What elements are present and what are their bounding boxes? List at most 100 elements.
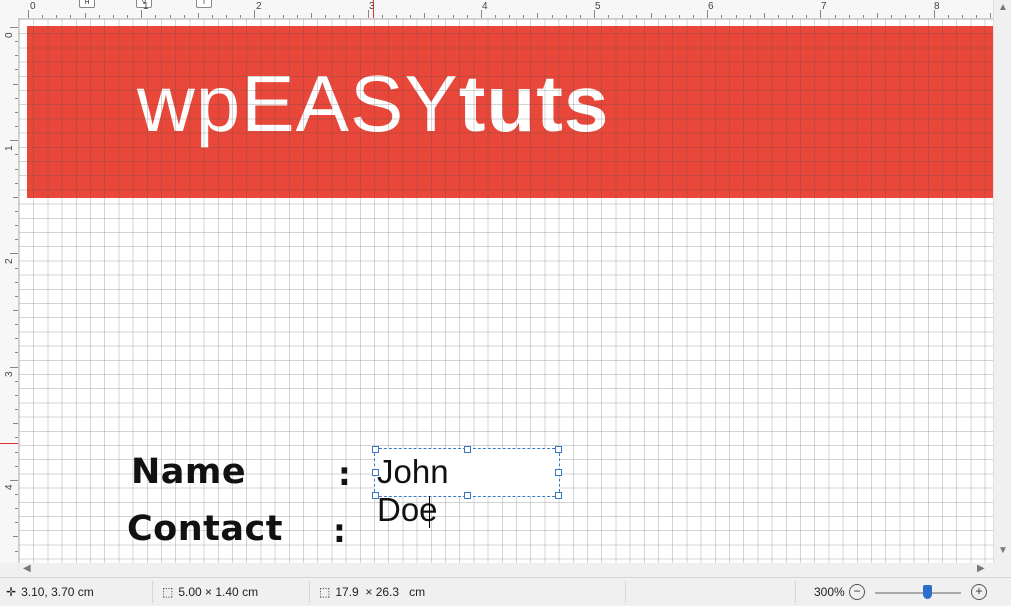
ruler-number: 4 bbox=[4, 484, 15, 490]
ruler-number: 2 bbox=[256, 1, 262, 12]
status-bar: ✛ 3.10, 3.70 cm ⬚ 5.00 × 1.40 cm ⬚ 17.9 … bbox=[0, 577, 1011, 606]
resize-handle-b[interactable] bbox=[464, 492, 471, 499]
zoom-out-icon[interactable]: − bbox=[849, 584, 865, 600]
ruler-tick bbox=[15, 522, 18, 524]
scroll-up-icon[interactable]: ▲ bbox=[998, 2, 1008, 13]
name-label[interactable]: Name bbox=[131, 452, 246, 492]
name-value-textbox[interactable]: John Doe bbox=[372, 446, 562, 529]
ruler-tick bbox=[98, 15, 100, 18]
ruler-tick bbox=[15, 168, 18, 170]
ruler-tick bbox=[367, 10, 369, 18]
object-size-icon: ⬚ bbox=[162, 585, 174, 599]
ruler-tick bbox=[15, 267, 18, 269]
ruler-tick bbox=[15, 437, 18, 439]
ruler-tick bbox=[15, 281, 18, 283]
resize-handle-t[interactable] bbox=[464, 446, 471, 453]
ruler-tick bbox=[10, 253, 18, 255]
contact-label[interactable]: Contact bbox=[127, 509, 283, 549]
page-size: ⬚ 17.9 × 26.3 cm bbox=[319, 585, 425, 599]
ruler-tick bbox=[13, 196, 18, 198]
ruler-tick bbox=[565, 15, 567, 18]
scroll-right-icon[interactable]: ▶ bbox=[977, 563, 985, 574]
ruler-tick bbox=[311, 13, 312, 18]
ruler-tick bbox=[15, 182, 18, 184]
ruler-number: 5 bbox=[595, 1, 601, 12]
horizontal-scrollbar[interactable]: ◀ ▶ bbox=[19, 563, 993, 577]
zoom-slider-thumb[interactable] bbox=[923, 585, 932, 599]
horizontal-ruler[interactable]: H V T 0 1 2 3 4 5 6 7 8 bbox=[0, 0, 1011, 19]
ruler-tick bbox=[792, 15, 794, 18]
ruler-tick bbox=[240, 15, 242, 18]
ruler-tick bbox=[15, 508, 18, 510]
ruler-tick bbox=[15, 111, 18, 113]
ruler-tick bbox=[693, 15, 695, 18]
ruler-tick bbox=[976, 15, 978, 18]
object-size: ⬚ 5.00 × 1.40 cm bbox=[162, 585, 258, 599]
ruler-tick bbox=[10, 140, 18, 142]
zoom-slider-track[interactable] bbox=[875, 592, 961, 594]
ruler-tick bbox=[438, 15, 440, 18]
zoom-level: 300% bbox=[814, 585, 845, 599]
ruler-tick bbox=[15, 409, 18, 411]
resize-handle-tl[interactable] bbox=[372, 446, 379, 453]
ruler-tick bbox=[678, 15, 680, 18]
ruler-marker-h[interactable]: H bbox=[79, 0, 95, 8]
ruler-tick bbox=[466, 15, 468, 18]
ruler-cursor-indicator bbox=[0, 443, 18, 444]
name-value-text[interactable]: John Doe bbox=[377, 453, 510, 529]
ruler-tick bbox=[905, 15, 907, 18]
ruler-tick bbox=[594, 10, 595, 18]
ruler-tick bbox=[410, 15, 412, 18]
ruler-number: 6 bbox=[708, 1, 714, 12]
scroll-down-icon[interactable]: ▼ bbox=[998, 545, 1008, 556]
contact-colon[interactable]: : bbox=[333, 512, 346, 550]
header-banner[interactable]: wpEASYtuts bbox=[27, 26, 993, 198]
vertical-scrollbar[interactable]: ▲ ▼ bbox=[993, 0, 1011, 563]
resize-handle-br[interactable] bbox=[555, 492, 562, 499]
ruler-tick bbox=[296, 15, 298, 18]
name-colon[interactable]: : bbox=[338, 455, 351, 493]
ruler-tick bbox=[15, 126, 18, 128]
ruler-tick bbox=[579, 15, 581, 18]
ruler-number: 8 bbox=[934, 1, 940, 12]
ruler-tick bbox=[10, 479, 18, 481]
ruler-tick bbox=[15, 352, 18, 354]
resize-handle-r[interactable] bbox=[555, 469, 562, 476]
vertical-ruler[interactable]: 0 1 2 3 4 bbox=[0, 18, 19, 563]
ruler-tick bbox=[424, 13, 426, 18]
ruler-tick bbox=[947, 15, 949, 18]
ruler-tick bbox=[15, 295, 18, 297]
ruler-tick bbox=[395, 15, 397, 18]
ruler-tick bbox=[282, 15, 284, 18]
ruler-marker-t[interactable]: T bbox=[196, 0, 212, 8]
scroll-left-icon[interactable]: ◀ bbox=[23, 563, 31, 574]
ruler-tick bbox=[197, 13, 199, 18]
status-divider bbox=[625, 581, 626, 603]
ruler-tick bbox=[56, 15, 58, 18]
ruler-number: 2 bbox=[4, 258, 15, 264]
ruler-tick bbox=[15, 324, 18, 326]
ruler-tick bbox=[494, 15, 496, 18]
ruler-tick bbox=[15, 380, 18, 382]
page-size-text: 17.9 × 26.3 cm bbox=[335, 585, 426, 599]
ruler-tick bbox=[10, 366, 18, 368]
ruler-tick bbox=[820, 10, 822, 18]
ruler-tick bbox=[13, 310, 18, 311]
document-canvas[interactable]: wpEASYtuts Name : Contact : John Doe bbox=[19, 19, 993, 563]
ruler-number: 4 bbox=[482, 1, 488, 12]
ruler-tick bbox=[877, 13, 878, 18]
ruler-tick bbox=[862, 15, 864, 18]
ruler-tick bbox=[650, 13, 652, 18]
resize-handle-l[interactable] bbox=[372, 469, 379, 476]
resize-handle-bl[interactable] bbox=[372, 492, 379, 499]
ruler-tick bbox=[211, 15, 213, 18]
zoom-in-icon[interactable]: + bbox=[971, 584, 987, 600]
resize-handle-tr[interactable] bbox=[555, 446, 562, 453]
ruler-tick bbox=[268, 15, 270, 18]
ruler-tick bbox=[226, 15, 228, 18]
ruler-tick bbox=[15, 154, 18, 156]
logo: wpEASYtuts bbox=[137, 64, 609, 144]
ruler-tick bbox=[84, 13, 86, 18]
ruler-tick bbox=[806, 15, 808, 18]
ruler-tick bbox=[735, 15, 737, 18]
